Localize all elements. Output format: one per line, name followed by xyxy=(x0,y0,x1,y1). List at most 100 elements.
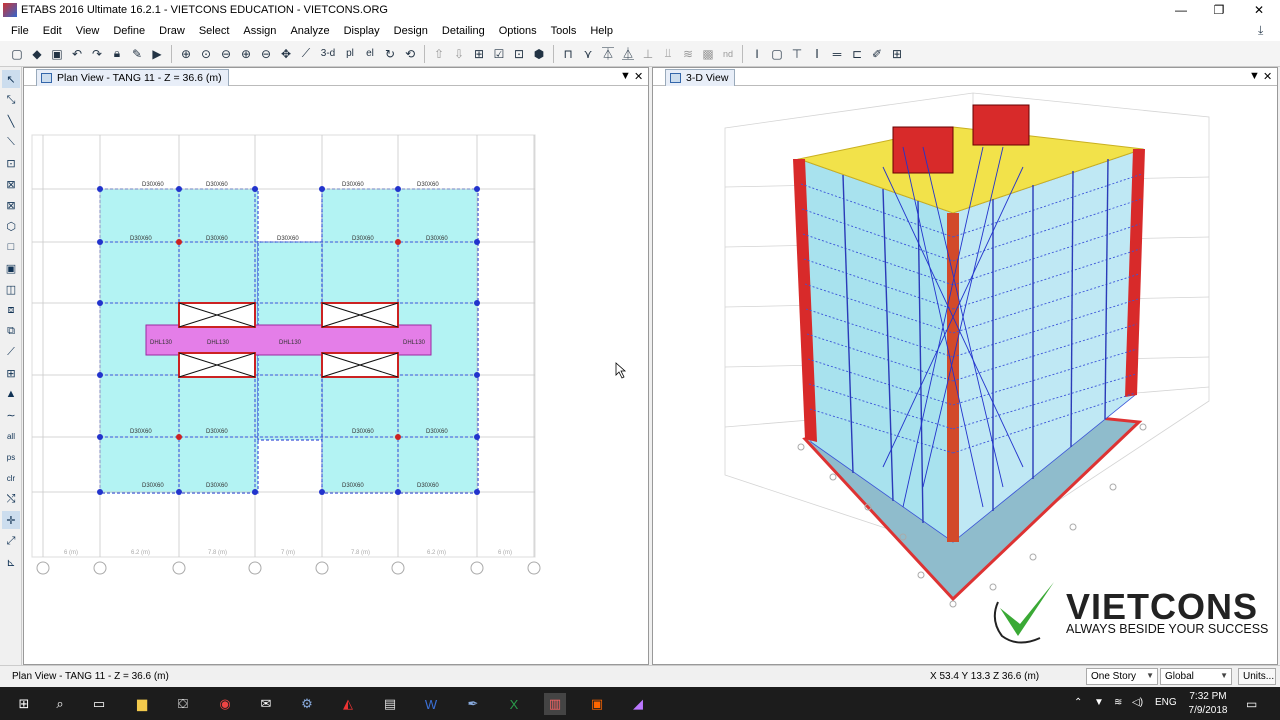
move-down-icon[interactable]: ⇩ xyxy=(450,45,468,63)
mail-icon[interactable]: ✉ xyxy=(255,693,277,715)
plan-view-button[interactable]: pl xyxy=(341,45,359,63)
clear-select-icon[interactable]: clr xyxy=(2,469,20,487)
draw-opening-icon[interactable]: ◫ xyxy=(2,280,20,298)
pdf-app-icon[interactable]: ◭ xyxy=(337,693,359,715)
notification-icon[interactable]: ▭ xyxy=(1246,697,1257,711)
chevron-up-icon[interactable]: ⌃ xyxy=(1074,697,1082,708)
draw-tool-icon[interactable]: ✐ xyxy=(868,45,886,63)
menu-select[interactable]: Select xyxy=(192,25,237,37)
line-style-icon[interactable]: ═ xyxy=(828,45,846,63)
object-shrink-icon[interactable]: ⊞ xyxy=(470,45,488,63)
snap-icon[interactable]: ⤭ xyxy=(2,490,20,508)
text-icon[interactable]: I xyxy=(748,45,766,63)
close-button[interactable]: ✕ xyxy=(1240,0,1278,20)
pane-dropdown-icon[interactable]: ▼ xyxy=(1249,70,1260,82)
menu-analyze[interactable]: Analyze xyxy=(283,25,336,37)
draw-beam-icon[interactable]: ⊠ xyxy=(2,175,20,193)
building-view-icon[interactable]: ⊡ xyxy=(510,45,528,63)
detail-icon[interactable]: ⊞ xyxy=(888,45,906,63)
section-icon[interactable]: ▢ xyxy=(768,45,786,63)
extrude-icon[interactable]: ⬢ xyxy=(530,45,548,63)
draw-wall-stack-icon[interactable]: ⧈ xyxy=(2,301,20,319)
plan-view-pane[interactable]: Plan View - TANG 11 - Z = 36.6 (m) ▼ ✕ D… xyxy=(23,67,649,665)
measure-icon[interactable]: ⟋ xyxy=(297,45,315,63)
download-icon[interactable]: ⤓ xyxy=(1258,23,1263,38)
snap-perpendicular-icon[interactable]: ⊾ xyxy=(2,553,20,571)
open-icon[interactable]: ◆ xyxy=(28,45,46,63)
draw-link-icon[interactable]: ⟋ xyxy=(2,343,20,361)
zoom-in-icon[interactable]: ⊕ xyxy=(237,45,255,63)
menu-tools[interactable]: Tools xyxy=(544,25,584,37)
draw-grid-icon[interactable]: ⊞ xyxy=(2,364,20,382)
select-pointer-icon[interactable]: ↖ xyxy=(2,70,20,88)
reshape-icon[interactable]: ⤡ xyxy=(2,91,20,109)
maximize-button[interactable]: ❐ xyxy=(1200,0,1238,20)
nd-button[interactable]: nd xyxy=(719,45,737,63)
sketch-app-icon[interactable]: ✒ xyxy=(462,693,484,715)
spring-icon[interactable]: ≋ xyxy=(679,45,697,63)
chrome-icon[interactable]: ◉ xyxy=(214,693,236,715)
previous-select-icon[interactable]: ps xyxy=(2,448,20,466)
frame-design-icon[interactable]: ⊏ xyxy=(848,45,866,63)
clipboard-app-icon[interactable]: ▤ xyxy=(379,693,401,715)
pane-close-icon[interactable]: ✕ xyxy=(1263,70,1272,83)
menu-detailing[interactable]: Detailing xyxy=(435,25,492,37)
draw-section-cut-icon[interactable]: ▲ xyxy=(2,385,20,403)
draw-pier-icon[interactable]: ⧉ xyxy=(2,322,20,340)
frame-icon[interactable]: ⊓ xyxy=(559,45,577,63)
draw-floor-icon[interactable]: ⬡ xyxy=(2,217,20,235)
undo-icon[interactable]: ↶ xyxy=(68,45,86,63)
pane-close-icon[interactable]: ✕ xyxy=(634,70,643,83)
volume-icon[interactable]: ◁) xyxy=(1132,697,1143,708)
beam-section-icon[interactable]: Ⅰ xyxy=(808,45,826,63)
joint-icon[interactable]: ⊥ xyxy=(639,45,657,63)
search-icon[interactable]: ⌕ xyxy=(49,693,71,715)
new-model-icon[interactable]: ▢ xyxy=(8,45,26,63)
zoom-previous-icon[interactable]: ⊖ xyxy=(217,45,235,63)
link-icon[interactable]: ⫫ xyxy=(659,45,677,63)
lock-icon[interactable]: 🔒︎ xyxy=(108,45,126,63)
elevation-view-button[interactable]: el xyxy=(361,45,379,63)
grid-icon[interactable]: ⏄ xyxy=(599,45,617,63)
plan-view-tab[interactable]: Plan View - TANG 11 - Z = 36.6 (m) xyxy=(36,69,229,86)
slab-icon[interactable]: ⏅ xyxy=(619,45,637,63)
word-icon[interactable]: W xyxy=(420,693,442,715)
pencil-icon[interactable]: ✎ xyxy=(128,45,146,63)
snap-intersection-icon[interactable]: ✛ xyxy=(2,511,20,529)
3d-view-tab[interactable]: 3-D View xyxy=(665,69,736,86)
network-icon[interactable]: ▼ xyxy=(1094,697,1104,708)
menu-file[interactable]: File xyxy=(4,25,36,37)
support-icon[interactable]: ⊤ xyxy=(788,45,806,63)
pan-icon[interactable]: ✥ xyxy=(277,45,295,63)
menu-options[interactable]: Options xyxy=(492,25,544,37)
menu-view[interactable]: View xyxy=(69,25,107,37)
windows-start-icon[interactable]: ⊞ xyxy=(13,693,35,715)
menu-help[interactable]: Help xyxy=(583,25,620,37)
draw-wall-icon[interactable]: ▣ xyxy=(2,259,20,277)
set-display-icon[interactable]: ☑ xyxy=(490,45,508,63)
draw-rect-floor-icon[interactable]: □ xyxy=(2,238,20,256)
coord-system-select[interactable]: Global ▼ xyxy=(1160,668,1232,685)
brace-icon[interactable]: ⋎ xyxy=(579,45,597,63)
draw-dimension-icon[interactable]: ∼ xyxy=(2,406,20,424)
menu-edit[interactable]: Edit xyxy=(36,25,69,37)
snap-line-icon[interactable]: ⤢ xyxy=(2,532,20,550)
move-up-icon[interactable]: ⇧ xyxy=(430,45,448,63)
editor-app-icon[interactable]: ◢ xyxy=(627,693,649,715)
wall-icon[interactable]: ▩ xyxy=(699,45,717,63)
system-clock[interactable]: 7:32 PM 7/9/2018 xyxy=(1180,690,1236,718)
rotate-icon[interactable]: ↻ xyxy=(381,45,399,63)
file-explorer-icon[interactable]: ▆ xyxy=(131,693,153,715)
excel-icon[interactable]: X xyxy=(503,693,525,715)
run-analysis-icon[interactable]: ▶ xyxy=(148,45,166,63)
zoom-all-icon[interactable]: ⊙ xyxy=(197,45,215,63)
minimize-button[interactable]: — xyxy=(1162,0,1200,20)
language-indicator[interactable]: ENG xyxy=(1155,697,1177,708)
save-icon[interactable]: ▣ xyxy=(48,45,66,63)
menu-draw[interactable]: Draw xyxy=(152,25,192,37)
draw-joint-icon[interactable]: ╲ xyxy=(2,112,20,130)
pane-dropdown-icon[interactable]: ▼ xyxy=(620,70,631,82)
camtasia-icon[interactable]: ▣ xyxy=(586,693,608,715)
view-3d-button[interactable]: 3-d xyxy=(317,45,339,63)
units-button[interactable]: Units... xyxy=(1238,668,1276,685)
